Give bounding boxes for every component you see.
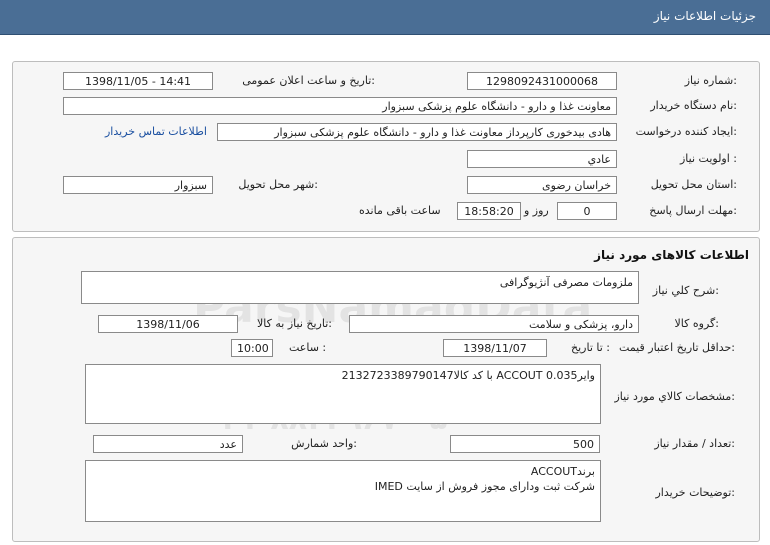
buyer-contact-link[interactable]: اطلاعات تماس خریدار (105, 125, 207, 138)
priority-field[interactable]: عادي (467, 150, 617, 168)
buyer-notes-field[interactable]: برندACCOUT شرکت ثبت ودارای مجوز فروش از … (85, 460, 601, 522)
goods-spec-label: مشخصات کالاي مورد نیاز: (614, 390, 735, 403)
priority-label: اولویت نیاز : (679, 152, 737, 165)
announce-date-field[interactable]: 1398/11/05 - 14:41 (63, 72, 213, 90)
until-date-label: تا تاریخ : (571, 341, 610, 354)
need-date-label: تاریخ نیاز به کالا: (257, 317, 332, 330)
general-desc-field[interactable]: ملزومات مصرفی آنژیوگرافی (81, 271, 639, 304)
goods-group-label: گروه کالا: (674, 317, 719, 330)
buyer-org-field[interactable]: معاونت غذا و دارو - دانشگاه علوم پزشکی س… (63, 97, 617, 115)
buyer-org-label: نام دستگاه خریدار: (650, 99, 737, 112)
need-number-label: شماره نیاز: (684, 74, 737, 87)
province-label: استان محل تحویل: (650, 178, 737, 191)
creator-label: ایجاد کننده درخواست: (635, 125, 737, 138)
page-header: جزئیات اطلاعات نیاز (0, 0, 770, 35)
time-remaining-field[interactable]: 18:58:20 (457, 202, 521, 220)
creator-field[interactable]: هادی بیدخوری کارپرداز معاونت غذا و دارو … (217, 123, 617, 141)
need-date-field[interactable]: 1398/11/06 (98, 315, 238, 333)
buyer-notes-line1: برندACCOUT (530, 465, 595, 478)
announce-date-label: تاریخ و ساعت اعلان عمومی: (242, 74, 375, 87)
until-date-field[interactable]: 1398/11/07 (443, 339, 547, 357)
province-field[interactable]: خراسان رضوی (467, 176, 617, 194)
goods-section-title: اطلاعات کالاهای مورد نیاز (594, 248, 749, 262)
hour-field[interactable]: 10:00 (231, 339, 273, 357)
need-number-field[interactable]: 1298092431000068 (467, 72, 617, 90)
hour-label: ساعت : (289, 341, 327, 354)
deadline-label: مهلت ارسال پاسخ: (649, 204, 737, 217)
unit-field[interactable]: عدد (93, 435, 243, 453)
time-remaining-label: ساعت باقی مانده (359, 204, 441, 217)
qty-field[interactable]: 500 (450, 435, 600, 453)
unit-label: واحد شمارش: (291, 437, 357, 450)
goods-group-field[interactable]: دارو، پزشکی و سلامت (349, 315, 639, 333)
min-price-date-label: حداقل تاریخ اعتبار قیمت: (619, 341, 735, 354)
qty-label: تعداد / مقدار نیاز: (654, 437, 735, 450)
buyer-notes-label: توضیحات خریدار: (655, 486, 736, 499)
days-label: روز و (524, 204, 549, 217)
goods-spec-field[interactable]: وایر0.035 ACCOUT با کد کالا2132723389790… (85, 364, 601, 424)
general-desc-label: شرح کلي نیاز: (652, 284, 719, 297)
page-title: جزئیات اطلاعات نیاز (653, 9, 756, 23)
days-field[interactable]: 0 (557, 202, 617, 220)
buyer-notes-line2: شرکت ثبت ودارای مجوز فروش از سایت IMED (374, 480, 595, 493)
need-info-panel: شماره نیاز: 1298092431000068 تاریخ و ساع… (12, 61, 760, 232)
city-field[interactable]: سبزوار (63, 176, 213, 194)
goods-info-panel: اطلاعات کالاهای مورد نیاز ParsNamadData … (12, 237, 760, 542)
city-label: شهر محل تحویل: (238, 178, 318, 191)
